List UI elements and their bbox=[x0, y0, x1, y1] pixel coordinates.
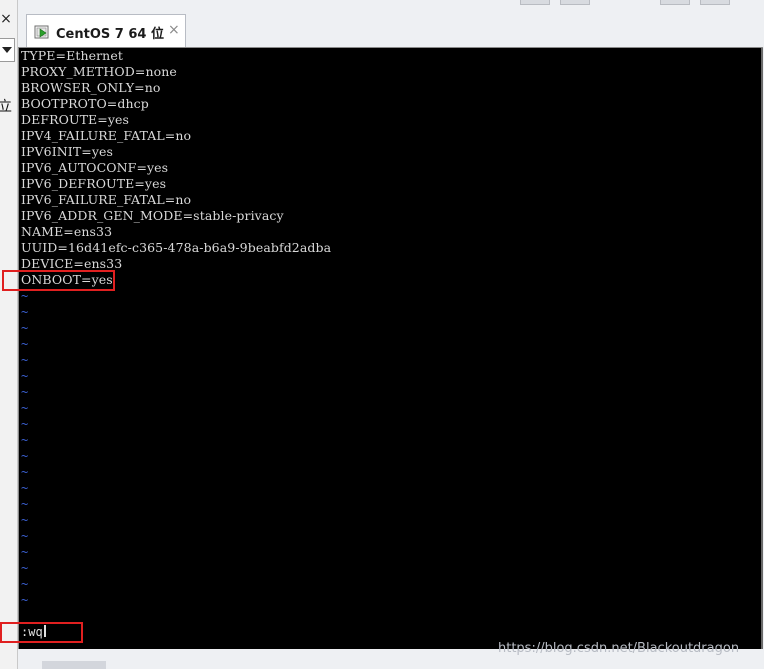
vm-power-on-icon bbox=[34, 25, 49, 39]
vmware-window: × 立 CentOS 7 64 位 × TYPE=Ethernet PROXY_M… bbox=[0, 0, 764, 669]
empty-line-marker: ~ bbox=[21, 577, 29, 591]
empty-line-marker: ~ bbox=[21, 449, 29, 463]
empty-line-marker: ~ bbox=[21, 513, 29, 527]
empty-line-marker: ~ bbox=[21, 561, 29, 575]
console-border-right bbox=[761, 48, 763, 649]
empty-line-marker: ~ bbox=[21, 321, 29, 335]
config-line: BROWSER_ONLY=no bbox=[21, 80, 161, 95]
empty-line-marker: ~ bbox=[21, 481, 29, 495]
chevron-down-icon bbox=[2, 47, 12, 53]
empty-line-marker: ~ bbox=[21, 305, 29, 319]
empty-line-marker: ~ bbox=[21, 417, 29, 431]
highlight-box-command bbox=[0, 622, 83, 643]
empty-line-marker: ~ bbox=[21, 401, 29, 415]
config-line: UUID=16d41efc-c365-478a-b6a9-9beabfd2adb… bbox=[21, 240, 332, 255]
config-line: PROXY_METHOD=none bbox=[21, 64, 177, 79]
toolbar-button[interactable] bbox=[660, 0, 690, 5]
config-line: IPV6_AUTOCONF=yes bbox=[21, 160, 169, 175]
highlight-box-onboot bbox=[2, 270, 115, 291]
config-line: IPV6INIT=yes bbox=[21, 144, 114, 159]
empty-line-marker: ~ bbox=[21, 593, 29, 607]
empty-line-marker: ~ bbox=[21, 545, 29, 559]
empty-line-marker: ~ bbox=[21, 529, 29, 543]
vm-console-terminal[interactable]: TYPE=Ethernet PROXY_METHOD=none BROWSER_ON… bbox=[18, 47, 763, 649]
left-sidebar-partial: × 立 bbox=[0, 0, 18, 669]
empty-line-marker: ~ bbox=[21, 433, 29, 447]
sidebar-partial-text: 立 bbox=[0, 99, 12, 115]
empty-line-marker: ~ bbox=[21, 465, 29, 479]
toolbar-button[interactable] bbox=[520, 0, 550, 5]
config-line: IPV6_ADDR_GEN_MODE=stable-privacy bbox=[21, 208, 284, 223]
config-line: TYPE=Ethernet bbox=[21, 48, 123, 63]
config-line: BOOTPROTO=dhcp bbox=[21, 96, 149, 111]
empty-line-marker: ~ bbox=[21, 337, 29, 351]
toolbar-button[interactable] bbox=[560, 0, 590, 5]
config-line: IPV4_FAILURE_FATAL=no bbox=[21, 128, 192, 143]
watermark-text: https://blog.csdn.net/Blackoutdragon bbox=[498, 641, 740, 656]
toolbar-button[interactable] bbox=[700, 0, 730, 5]
config-line: DEFROUTE=yes bbox=[21, 112, 130, 127]
empty-line-marker: ~ bbox=[21, 353, 29, 367]
vi-editor-buffer: TYPE=Ethernet PROXY_METHOD=none BROWSER_ON… bbox=[21, 48, 331, 608]
library-dropdown[interactable] bbox=[0, 38, 15, 62]
empty-line-marker: ~ bbox=[21, 497, 29, 511]
empty-line-marker: ~ bbox=[21, 385, 29, 399]
empty-line-marker: ~ bbox=[21, 369, 29, 383]
config-line: NAME=ens33 bbox=[21, 224, 113, 239]
tab-label: CentOS 7 64 位 bbox=[56, 27, 164, 42]
status-bar-element bbox=[42, 661, 106, 669]
close-icon[interactable]: × bbox=[0, 10, 12, 28]
close-tab-icon[interactable]: × bbox=[168, 22, 180, 38]
config-line: IPV6_FAILURE_FATAL=no bbox=[21, 192, 192, 207]
config-line: IPV6_DEFROUTE=yes bbox=[21, 176, 167, 191]
tab-centos-vm[interactable]: CentOS 7 64 位 × bbox=[26, 14, 186, 48]
